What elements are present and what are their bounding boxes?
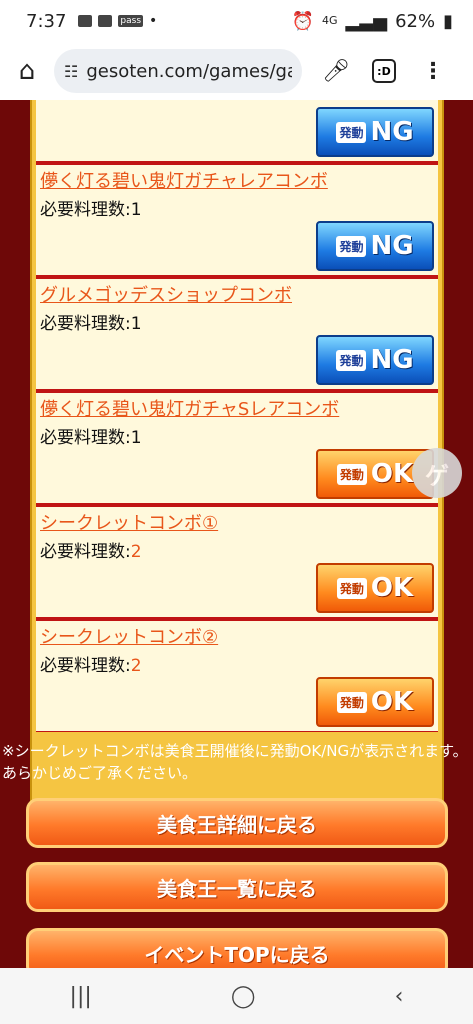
activation-ok-badge: 発動 OK (316, 677, 434, 727)
combo-item: 儚く灯る碧い鬼灯ガチャSレアコンボ 必要料理数:1 発動 OK (36, 390, 438, 504)
battery-icon: ▮ (443, 10, 453, 32)
alarm-icon: ⏰ (291, 10, 315, 32)
combo-item: グルメゴッデスショップコンボ 必要料理数:1 発動 NG (36, 276, 438, 390)
required-dishes: 必要料理数:2 (40, 542, 142, 562)
photo-icon (78, 15, 93, 27)
combo-name-link[interactable]: シークレットコンボ① (40, 509, 218, 535)
address-bar[interactable]: ☷ gesoten.com/games/gai (54, 49, 302, 93)
combo-list: 発動 NG 儚く灯る碧い鬼灯ガチャレアコンボ 必要料理数:1 発動 NG グルメ… (30, 100, 444, 831)
secret-combo-notice: ※シークレットコンボは美食王開催後に発動OK/NGが表示されます。あらかじめご了… (2, 742, 468, 782)
home-icon[interactable]: ⌂ (10, 54, 44, 88)
activation-ng-badge: 発動 NG (316, 107, 434, 157)
floating-gesoten-icon[interactable]: ゲ (412, 448, 462, 498)
required-dishes: 必要料理数:1 (40, 200, 142, 220)
combo-name-link[interactable]: グルメゴッデスショップコンボ (40, 281, 292, 307)
signal-icon: ▂▃▅ (345, 10, 388, 32)
mic-icon[interactable]: 🎤︎ (322, 59, 350, 84)
combo-item: シークレットコンボ① 必要料理数:2 発動 OK (36, 504, 438, 618)
required-dishes: 必要料理数:1 (40, 428, 142, 448)
system-nav-bar: ||| ◯ ‹ (0, 968, 473, 1024)
combo-name-link[interactable]: 儚く灯る碧い鬼灯ガチャレアコンボ (40, 167, 328, 193)
notification-dot: • (149, 13, 158, 29)
status-bar: 7:37 pass • ⏰ 4G ▂▃▅ 62% ▮ (0, 0, 473, 42)
combo-name-link[interactable]: シークレットコンボ② (40, 623, 218, 649)
combo-name-link[interactable]: 儚く灯る碧い鬼灯ガチャSレアコンボ (40, 395, 339, 421)
combo-item: 発動 NG (36, 100, 438, 162)
pass-icon: pass (118, 15, 144, 27)
required-dishes: 必要料理数:2 (40, 656, 142, 676)
status-time: 7:37 (26, 10, 67, 32)
network-label: 4G (322, 14, 338, 27)
required-dishes: 必要料理数:1 (40, 314, 142, 334)
home-nav-icon[interactable]: ◯ (231, 984, 256, 1009)
recent-apps-icon[interactable]: ||| (70, 984, 92, 1009)
browser-toolbar: ⌂ ☷ gesoten.com/games/gai 🎤︎ :D ⋮ (0, 42, 473, 100)
battery-level: 62% (395, 10, 436, 32)
tab-switcher-button[interactable]: :D (371, 59, 396, 83)
back-to-list-button[interactable]: 美食王一覧に戻る (26, 862, 448, 912)
back-nav-icon[interactable]: ‹ (395, 984, 404, 1009)
combo-item: シークレットコンボ② 必要料理数:2 発動 OK (36, 618, 438, 732)
activation-ok-badge: 発動 OK (316, 563, 434, 613)
url-text[interactable]: gesoten.com/games/gai (86, 61, 292, 82)
combo-item: 儚く灯る碧い鬼灯ガチャレアコンボ 必要料理数:1 発動 NG (36, 162, 438, 276)
site-settings-icon[interactable]: ☷ (64, 62, 78, 81)
page-content: 発動 NG 儚く灯る碧い鬼灯ガチャレアコンボ 必要料理数:1 発動 NG グルメ… (0, 100, 473, 968)
activation-ng-badge: 発動 NG (316, 335, 434, 385)
mail-icon (98, 15, 113, 27)
back-to-detail-button[interactable]: 美食王詳細に戻る (26, 798, 448, 848)
activation-ng-badge: 発動 NG (316, 221, 434, 271)
back-to-event-top-button[interactable]: イベントTOPに戻る (26, 928, 448, 968)
more-menu-icon[interactable]: ⋮ (422, 59, 444, 84)
